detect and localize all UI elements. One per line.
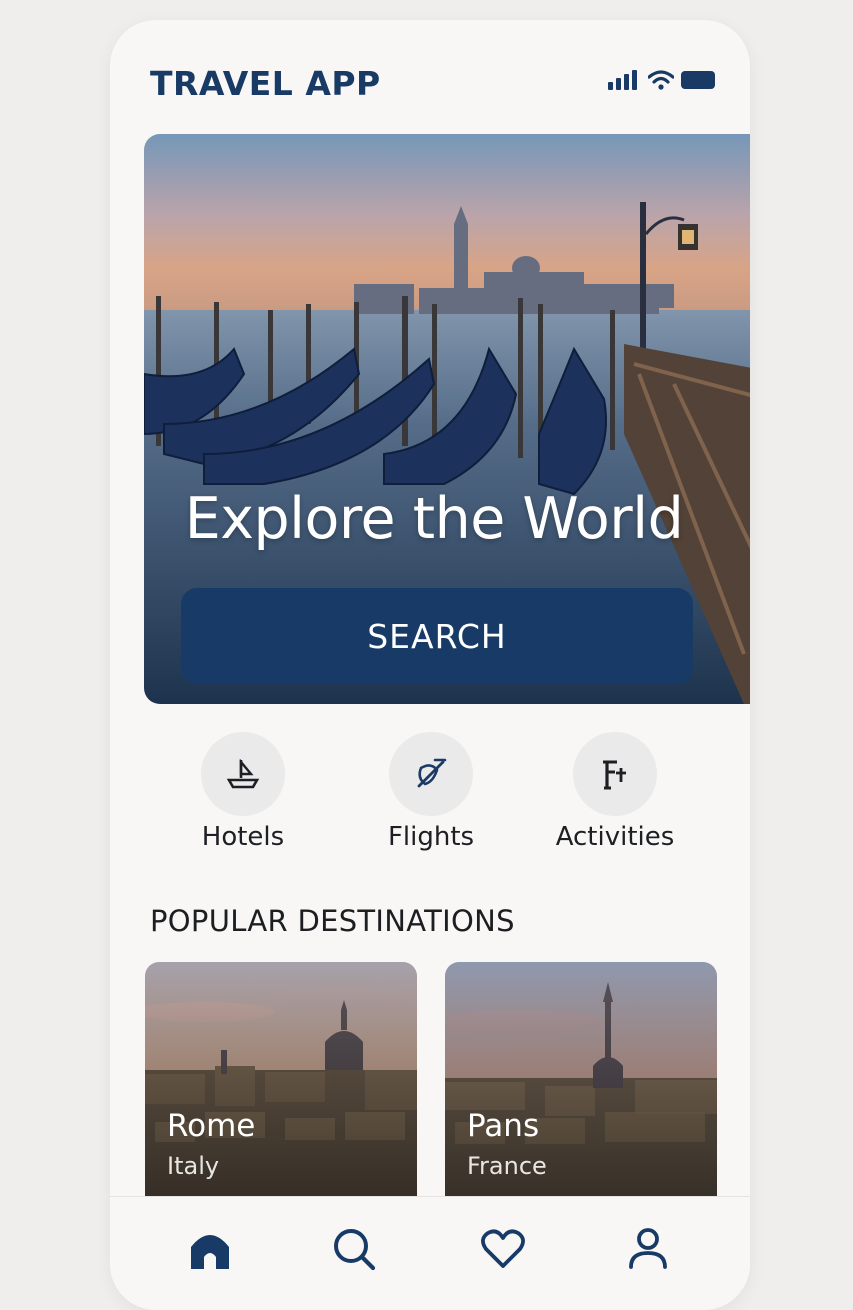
category-flights[interactable]: Flights (346, 732, 516, 852)
category-label: Flights (387, 822, 475, 852)
destination-card-rome[interactable]: Rome Italy (145, 962, 417, 1222)
category-label: Activities (555, 822, 675, 852)
app-title: TRAVEL APP (150, 64, 381, 103)
nav-home[interactable] (180, 1219, 240, 1279)
bottom-nav (110, 1196, 750, 1310)
section-title: POPULAR DESTINATIONS (150, 904, 515, 938)
home-icon (191, 1235, 229, 1269)
destination-city: Pans (467, 1108, 540, 1144)
plane-icon (417, 758, 447, 788)
destination-city: Rome (167, 1108, 256, 1144)
phone-frame: TRAVEL APP Explore the World SEARCH Hote… (110, 20, 750, 1310)
rome-skyline-image (145, 962, 417, 1222)
search-icon (334, 1229, 376, 1271)
boat-icon (226, 758, 260, 789)
nav-search[interactable] (324, 1219, 384, 1279)
nav-profile[interactable] (618, 1219, 678, 1279)
signal-icon (608, 70, 637, 90)
destination-country: France (467, 1152, 547, 1180)
category-hotels[interactable]: Hotels (158, 732, 328, 852)
heart-icon (481, 1229, 525, 1268)
destination-country: Italy (167, 1152, 220, 1180)
profile-icon (629, 1228, 667, 1269)
category-activities[interactable]: Activities (530, 732, 700, 852)
wifi-icon (648, 70, 674, 90)
category-label: Hotels (201, 822, 285, 852)
hero-banner: Explore the World SEARCH (144, 134, 750, 704)
status-bar (608, 70, 718, 90)
activity-icon (603, 760, 626, 790)
paris-skyline-image (445, 962, 717, 1222)
hero-headline: Explore the World (184, 486, 684, 552)
nav-favorites[interactable] (473, 1219, 533, 1279)
destination-card-paris[interactable]: Pans France (445, 962, 717, 1222)
battery-icon (681, 71, 715, 89)
search-button[interactable]: SEARCH (181, 588, 693, 684)
